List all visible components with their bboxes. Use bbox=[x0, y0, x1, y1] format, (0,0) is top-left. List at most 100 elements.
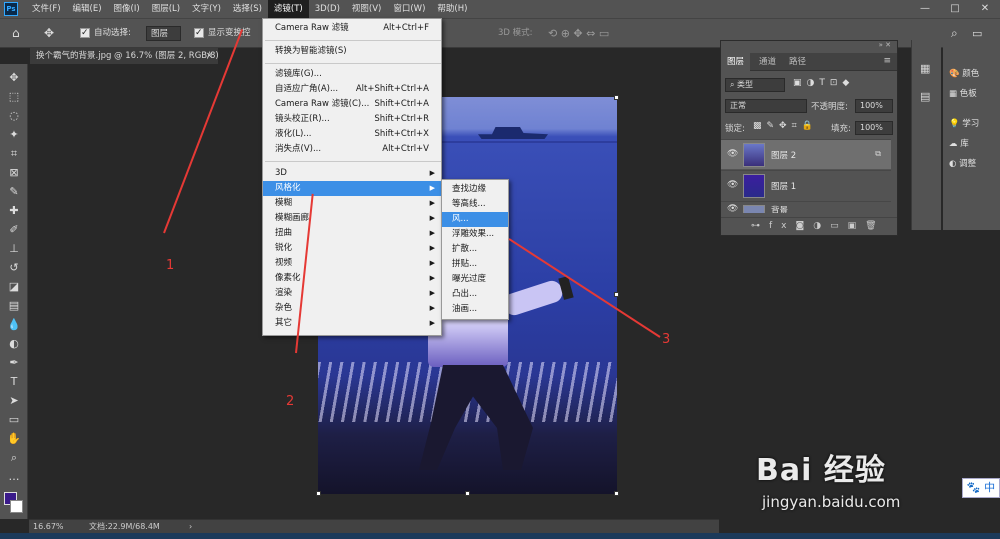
layer-row-2[interactable]: 👁 图层 2 ⧉ bbox=[721, 139, 891, 169]
document-tab[interactable]: 换个霸气的背景.jpg @ 16.7% (图层 2, RGB/8) * × bbox=[30, 48, 218, 64]
transform-handle[interactable] bbox=[316, 491, 321, 496]
zoom-level[interactable]: 16.67% bbox=[33, 520, 64, 534]
layer-row-1[interactable]: 👁 图层 1 bbox=[721, 170, 891, 200]
status-arrow-icon[interactable]: › bbox=[189, 520, 192, 534]
lasso-tool-icon[interactable]: ◌ bbox=[5, 108, 23, 124]
menu-item-blur-gallery[interactable]: 模糊画廊 ▶ bbox=[263, 211, 441, 226]
blur-tool-icon[interactable]: 💧 bbox=[5, 317, 23, 333]
auto-select-dropdown[interactable]: 图层 bbox=[146, 26, 182, 41]
visibility-eye-icon[interactable]: 👁 bbox=[727, 180, 738, 190]
menu-item-camera-raw-filter[interactable]: Camera Raw 滤镜(C)... Shift+Ctrl+A bbox=[263, 97, 441, 112]
submenu-item-extrude[interactable]: 凸出... bbox=[442, 287, 508, 302]
menu-select[interactable]: 选择(S) bbox=[227, 0, 268, 18]
marquee-tool-icon[interactable]: ⬚ bbox=[5, 89, 23, 105]
ime-indicator[interactable]: 🐾 中 bbox=[962, 478, 1000, 498]
frame-tool-icon[interactable]: ⊠ bbox=[5, 165, 23, 181]
layer-row-background[interactable]: 👁 背景 bbox=[721, 201, 891, 213]
menu-image[interactable]: 图像(I) bbox=[108, 0, 146, 18]
menu-3d[interactable]: 3D(D) bbox=[309, 0, 346, 18]
menu-item-3d[interactable]: 3D ▶ bbox=[263, 166, 441, 181]
search-icon[interactable]: ⌕ bbox=[951, 26, 958, 41]
menu-layer[interactable]: 图层(L) bbox=[146, 0, 186, 18]
history-icon[interactable]: ▦ bbox=[920, 62, 930, 75]
menu-item-liquify[interactable]: 液化(L)... Shift+Ctrl+X bbox=[263, 127, 441, 142]
menu-filter[interactable]: 滤镜(T) bbox=[267, 0, 309, 18]
menu-item-render[interactable]: 渲染 ▶ bbox=[263, 286, 441, 301]
history-brush-tool-icon[interactable]: ↺ bbox=[5, 260, 23, 276]
menu-item-pixelate[interactable]: 像素化 ▶ bbox=[263, 271, 441, 286]
show-transform-checkbox[interactable]: 显示变换控 bbox=[194, 26, 251, 41]
menu-item-video[interactable]: 视频 ▶ bbox=[263, 256, 441, 271]
fill-input[interactable]: 100% bbox=[855, 121, 893, 135]
move-tool-icon[interactable]: ✥ bbox=[5, 70, 23, 86]
blend-mode-select[interactable]: 正常 bbox=[725, 99, 807, 113]
menu-item-filter-gallery[interactable]: 滤镜库(G)... bbox=[263, 67, 441, 82]
submenu-item-emboss[interactable]: 浮雕效果... bbox=[442, 227, 508, 242]
orbit-3d-icon[interactable]: ⟲ ⊕ ✥ ⇔ ▭ bbox=[548, 26, 609, 41]
healing-brush-tool-icon[interactable]: ✚ bbox=[5, 203, 23, 219]
menu-help[interactable]: 帮助(H) bbox=[431, 0, 473, 18]
maximize-button[interactable]: □ bbox=[940, 0, 970, 18]
submenu-item-oil-paint[interactable]: 油画... bbox=[442, 302, 508, 317]
menu-file[interactable]: 文件(F) bbox=[26, 0, 67, 18]
tab-channels[interactable]: 通道 bbox=[753, 53, 782, 71]
dodge-tool-icon[interactable]: ◐ bbox=[5, 336, 23, 352]
visibility-eye-icon[interactable]: 👁 bbox=[727, 149, 738, 159]
pen-tool-icon[interactable]: ✒ bbox=[5, 355, 23, 371]
menu-window[interactable]: 窗口(W) bbox=[387, 0, 431, 18]
submenu-item-tiles[interactable]: 拼贴... bbox=[442, 257, 508, 272]
panel-swatches[interactable]: ▦ 色板 bbox=[949, 86, 977, 102]
path-selection-tool-icon[interactable]: ➤ bbox=[5, 393, 23, 409]
layer-filter-icons[interactable]: ▣◑T⊡◆ bbox=[793, 78, 854, 88]
layer-actions-icons[interactable]: ⊶fx◙◑▭▣🗑 bbox=[751, 221, 886, 231]
menu-item-distort[interactable]: 扭曲 ▶ bbox=[263, 226, 441, 241]
menu-item-vanishing-point[interactable]: 消失点(V)... Alt+Ctrl+V bbox=[263, 142, 441, 157]
transform-handle[interactable] bbox=[614, 292, 619, 297]
menu-type[interactable]: 文字(Y) bbox=[186, 0, 227, 18]
menu-item-sharpen[interactable]: 锐化 ▶ bbox=[263, 241, 441, 256]
submenu-item-solarize[interactable]: 曝光过度 bbox=[442, 272, 508, 287]
submenu-item-find-edges[interactable]: 查找边缘 bbox=[442, 182, 508, 197]
properties-icon[interactable]: ▤ bbox=[920, 90, 930, 103]
panel-adjustments[interactable]: ◐ 调整 bbox=[949, 156, 976, 172]
eyedropper-tool-icon[interactable]: ✎ bbox=[5, 184, 23, 200]
submenu-item-trace-contour[interactable]: 等高线... bbox=[442, 197, 508, 212]
magic-wand-tool-icon[interactable]: ✦ bbox=[5, 127, 23, 143]
visibility-eye-icon[interactable]: 👁 bbox=[727, 204, 738, 213]
minimize-button[interactable]: — bbox=[910, 0, 940, 18]
more-tools-icon[interactable]: … bbox=[5, 469, 23, 485]
tab-layers[interactable]: 图层 bbox=[721, 53, 751, 71]
submenu-item-diffuse[interactable]: 扩散... bbox=[442, 242, 508, 257]
move-icon[interactable]: ✥ bbox=[44, 26, 54, 41]
panel-color[interactable]: 🎨 颜色 bbox=[949, 66, 979, 82]
transform-handle[interactable] bbox=[614, 491, 619, 496]
type-tool-icon[interactable]: T bbox=[5, 374, 23, 390]
menu-item-convert-smart-filter[interactable]: 转换为智能滤镜(S) bbox=[263, 44, 441, 59]
close-window-button[interactable]: ✕ bbox=[970, 0, 1000, 18]
panel-menu-icon[interactable]: ≡ bbox=[883, 56, 891, 66]
eraser-tool-icon[interactable]: ◪ bbox=[5, 279, 23, 295]
workspace-icon[interactable]: ▭ bbox=[972, 26, 982, 41]
menu-view[interactable]: 视图(V) bbox=[346, 0, 387, 18]
opacity-input[interactable]: 100% bbox=[855, 99, 893, 113]
zoom-tool-icon[interactable]: ⌕ bbox=[5, 450, 23, 466]
menu-item-camera-raw[interactable]: Camera Raw 滤镜 Alt+Ctrl+F bbox=[263, 21, 441, 36]
menu-item-blur[interactable]: 模糊 ▶ bbox=[263, 196, 441, 211]
crop-tool-icon[interactable]: ⌗ bbox=[5, 146, 23, 162]
lock-icons[interactable]: ▩✎✥⌗🔒 bbox=[753, 121, 818, 131]
brush-tool-icon[interactable]: ✐ bbox=[5, 222, 23, 238]
rectangle-tool-icon[interactable]: ▭ bbox=[5, 412, 23, 428]
clone-stamp-tool-icon[interactable]: ⊥ bbox=[5, 241, 23, 257]
transform-handle[interactable] bbox=[465, 491, 470, 496]
close-tab-icon[interactable]: × bbox=[206, 48, 213, 64]
collapse-panel-icon[interactable]: » ✕ bbox=[879, 41, 891, 49]
home-icon[interactable]: ⌂ bbox=[12, 26, 20, 41]
transform-handle[interactable] bbox=[614, 95, 619, 100]
panel-libraries[interactable]: ☁ 库 bbox=[949, 136, 969, 152]
menu-item-noise[interactable]: 杂色 ▶ bbox=[263, 301, 441, 316]
menu-item-adaptive-wide-angle[interactable]: 自适应广角(A)... Alt+Shift+Ctrl+A bbox=[263, 82, 441, 97]
document-info[interactable]: 文档:22.9M/68.4M bbox=[89, 520, 160, 534]
tab-paths[interactable]: 路径 bbox=[783, 53, 812, 71]
panel-learn[interactable]: 💡 学习 bbox=[949, 116, 979, 132]
gradient-tool-icon[interactable]: ▤ bbox=[5, 298, 23, 314]
